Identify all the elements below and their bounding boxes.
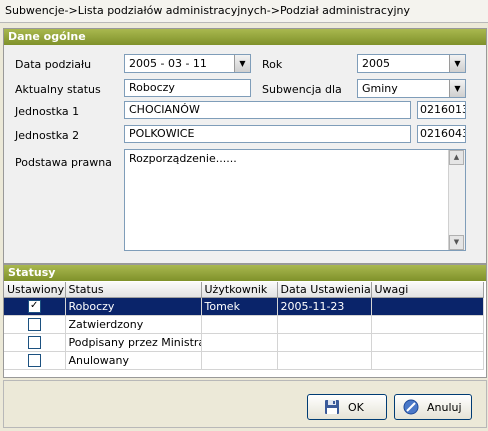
statusy-table: Ustawiony Status Użytkownik Data Ustawie… xyxy=(4,282,484,370)
podstawa-memo[interactable]: Rozporządzenie...... ▲ ▼ xyxy=(124,149,466,251)
col-uzytkownik[interactable]: Użytkownik xyxy=(201,282,278,298)
row-user xyxy=(201,351,278,370)
row-user: Tomek xyxy=(201,297,278,316)
subwencja-label: Subwencja dla xyxy=(262,83,342,96)
general-panel: Dane ogólne Data podziału 2005 - 03 - 11… xyxy=(3,28,487,264)
subwencja-value: Gminy xyxy=(362,82,398,95)
row-status: Anulowany xyxy=(65,351,202,370)
row-notes xyxy=(371,351,484,370)
table-row[interactable]: ✓ Roboczy Tomek 2005-11-23 xyxy=(4,297,484,316)
rok-select[interactable]: 2005 ▼ xyxy=(357,54,466,73)
row-date: 2005-11-23 xyxy=(277,297,372,316)
memo-scrollbar[interactable]: ▲ ▼ xyxy=(448,150,465,250)
data-podzialu-value: 2005 - 03 - 11 xyxy=(129,57,207,70)
subwencja-select[interactable]: Gminy ▼ xyxy=(357,79,466,98)
table-header-row: Ustawiony Status Użytkownik Data Ustawie… xyxy=(4,282,484,298)
row-status: Podpisany przez Ministra xyxy=(65,333,202,352)
row-user xyxy=(201,333,278,352)
col-uwagi[interactable]: Uwagi xyxy=(371,282,484,298)
scroll-down-icon[interactable]: ▼ xyxy=(449,235,464,250)
statusy-header: Statusy xyxy=(4,265,486,281)
cancel-label: Anuluj xyxy=(427,401,462,414)
checkbox-icon[interactable] xyxy=(27,318,41,332)
cancel-button[interactable]: Anuluj xyxy=(394,394,472,420)
general-header: Dane ogólne xyxy=(4,29,486,45)
jednostka2-code[interactable]: 0216043 xyxy=(417,125,466,143)
jednostka2-label: Jednostka 2 xyxy=(15,129,80,142)
data-podzialu-label: Data podziału xyxy=(15,58,92,71)
table-row[interactable]: Anulowany xyxy=(4,351,484,370)
podstawa-label: Podstawa prawna xyxy=(15,156,112,169)
data-podzialu-picker[interactable]: 2005 - 03 - 11 ▼ xyxy=(124,54,251,73)
row-date xyxy=(277,315,372,334)
col-status[interactable]: Status xyxy=(65,282,202,298)
ok-label: OK xyxy=(348,401,364,414)
chevron-down-icon[interactable]: ▼ xyxy=(234,55,250,72)
scroll-up-icon[interactable]: ▲ xyxy=(449,150,464,165)
row-status: Roboczy xyxy=(65,297,202,316)
chevron-down-icon[interactable]: ▼ xyxy=(449,80,465,97)
status-field[interactable]: Roboczy xyxy=(124,79,251,97)
chevron-down-icon[interactable]: ▼ xyxy=(449,55,465,72)
table-row[interactable]: Podpisany przez Ministra xyxy=(4,333,484,352)
floppy-disk-icon xyxy=(325,400,339,414)
checkbox-icon[interactable] xyxy=(27,354,41,368)
table-row[interactable]: Zatwierdzony xyxy=(4,315,484,334)
row-date xyxy=(277,351,372,370)
jednostka1-code[interactable]: 0216013 xyxy=(417,101,466,119)
checkbox-checked-icon[interactable]: ✓ xyxy=(27,300,41,314)
row-date xyxy=(277,333,372,352)
breadcrumb: Subwencje->Lista podziałów administracyj… xyxy=(0,0,488,23)
checkbox-icon[interactable] xyxy=(27,336,41,350)
button-bar: OK Anuluj xyxy=(3,380,487,428)
row-notes xyxy=(371,333,484,352)
rok-value: 2005 xyxy=(362,57,390,70)
ok-button[interactable]: OK xyxy=(307,394,387,420)
jednostka2-field[interactable]: POLKOWICE xyxy=(124,125,411,143)
statusy-panel: Statusy Ustawiony Status Użytkownik Data… xyxy=(3,264,487,378)
col-ustawiony[interactable]: Ustawiony xyxy=(4,282,66,298)
breadcrumb-text: Subwencje->Lista podziałów administracyj… xyxy=(5,4,411,17)
row-notes xyxy=(371,297,484,316)
jednostka1-field[interactable]: CHOCIANÓW xyxy=(124,101,411,119)
rok-label: Rok xyxy=(262,58,283,71)
status-label: Aktualny status xyxy=(15,83,101,96)
col-data[interactable]: Data Ustawienia xyxy=(277,282,372,298)
row-user xyxy=(201,315,278,334)
row-notes xyxy=(371,315,484,334)
row-status: Zatwierdzony xyxy=(65,315,202,334)
cancel-circle-icon xyxy=(403,399,419,415)
podstawa-text: Rozporządzenie...... xyxy=(129,152,237,165)
jednostka1-label: Jednostka 1 xyxy=(15,105,80,118)
